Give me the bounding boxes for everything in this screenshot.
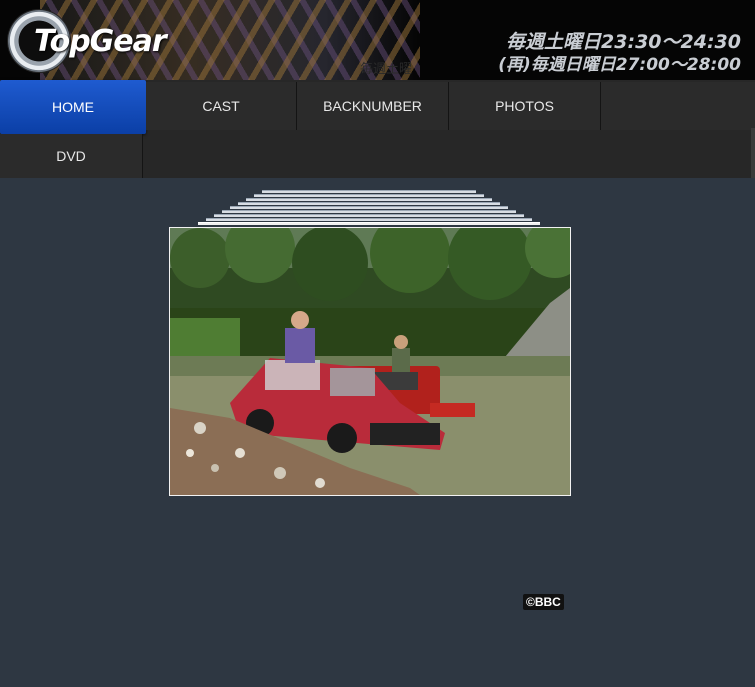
schedule-line-2: (再)毎週日曜日27:00〜28:00 [498,55,741,75]
nav-dvd[interactable]: DVD [0,134,143,178]
bbc-copyright: ©BBC [523,594,564,610]
nav-photos-label: PHOTOS [495,98,554,114]
main-nav: HOME CAST BACKNUMBER PHOTOS DVD [0,80,755,178]
nav-photos[interactable]: PHOTOS [449,82,601,130]
featured-photo[interactable] [169,227,571,496]
nav-scrollbar[interactable] [751,128,755,178]
header-faint-title: 毎週土曜 [360,61,413,76]
nav-backnumber[interactable]: BACKNUMBER [297,82,449,130]
nav-backnumber-label: BACKNUMBER [323,98,422,114]
site-header: TopGear 毎週土曜 毎週土曜日23:30〜24:30 (再)毎週日曜日27… [0,0,755,80]
nav-cast-label: CAST [202,98,240,114]
logo-text: TopGear [34,24,167,59]
schedule-line-1: 毎週土曜日23:30〜24:30 [506,31,741,53]
topgear-logo[interactable]: TopGear [8,10,198,76]
nav-empty-slot [601,82,755,130]
river-cars-illustration [170,228,570,495]
nav-dvd-label: DVD [56,148,86,164]
broadcast-schedule: 毎週土曜日23:30〜24:30 (再)毎週日曜日27:00〜28:00 [498,30,741,76]
nav-cast[interactable]: CAST [146,82,297,130]
photo-stack-edges[interactable] [198,190,540,227]
nav-home-label: HOME [52,99,94,115]
nav-home[interactable]: HOME [0,80,146,134]
